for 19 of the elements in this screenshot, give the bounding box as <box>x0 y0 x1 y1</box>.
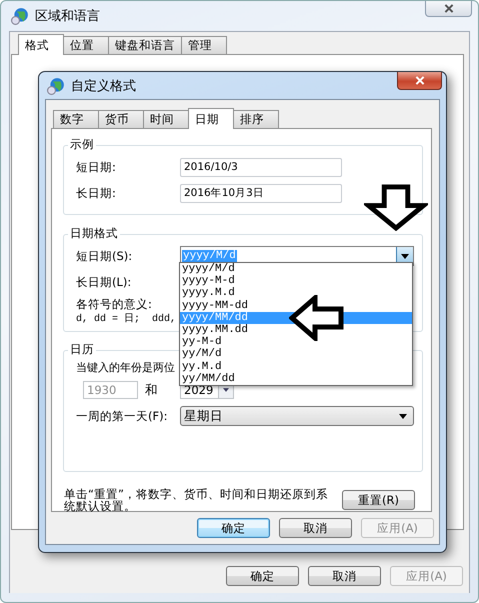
symbols-label: 各符号的意义: <box>76 297 152 312</box>
description-text: 当键入的年份是两位 <box>76 360 175 375</box>
and-label: 和 <box>144 382 159 398</box>
read-only-field: 2016/10/3 <box>180 158 342 176</box>
field-label: 短日期: <box>76 160 117 174</box>
field-label: 长日期(L): <box>76 274 132 290</box>
group-title: 日历 <box>68 342 96 357</box>
field-label: 长日期: <box>76 186 117 200</box>
group-title: 示例 <box>68 137 96 152</box>
symbols-text: d, dd = 日; ddd, <box>76 312 176 325</box>
combo-value: 星期日 <box>183 408 223 424</box>
window-title: 区域和语言 <box>35 8 100 25</box>
dialog-title: 自定义格式 <box>71 78 136 94</box>
field-label: 一周的第一天(F): <box>76 408 168 424</box>
reset-description: 单击“重置”，将数字、货币、时间和日期还原到系统默认设置。 <box>64 488 329 512</box>
read-only-field: 2016年10月3日 <box>180 184 342 202</box>
field-label: 短日期(S): <box>76 248 134 264</box>
combo-value: yyyy/M/d <box>182 250 237 262</box>
group-title: 日期格式 <box>68 226 120 241</box>
